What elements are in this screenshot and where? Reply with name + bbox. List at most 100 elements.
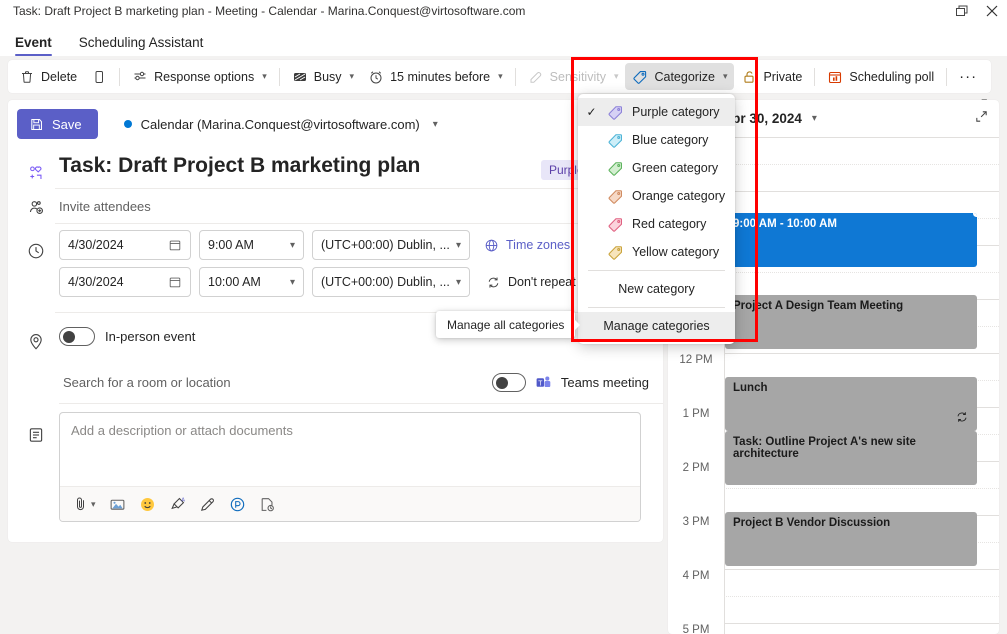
start-date-value: 4/30/2024: [68, 238, 124, 252]
repeat-button[interactable]: Don't repeat: [478, 267, 584, 297]
calendar-selector-label: Calendar (Marina.Conquest@virtosoftware.…: [140, 116, 420, 132]
menu-item-label: Blue category: [632, 133, 709, 147]
in-person-event-toggle[interactable]: [59, 326, 95, 346]
description-input[interactable]: Add a description or attach documents: [60, 413, 640, 486]
end-timezone-select[interactable]: (UTC+00:00) Dublin, ... ▾: [312, 267, 470, 297]
tag-icon: [608, 245, 622, 260]
chevron-down-icon: ▾: [722, 71, 728, 81]
slot-cell[interactable]: [724, 596, 999, 623]
location-pin-icon: [17, 325, 55, 359]
response-options-button[interactable]: Response options ▾: [125, 63, 274, 90]
time-slot-12pm[interactable]: 12 PM: [668, 353, 999, 380]
end-datetime-line: 4/30/2024 10:00 AM ▾ (UTC+00:00) Dublin,…: [59, 267, 645, 297]
chevron-down-icon: ▾: [613, 71, 619, 81]
time-zones-button[interactable]: Time zones: [478, 238, 570, 253]
close-icon[interactable]: [977, 0, 1007, 22]
overflow-menu-button[interactable]: ···: [952, 63, 984, 90]
menu-item-label: Red category: [632, 217, 707, 231]
calendar-event[interactable]: Lunch: [725, 377, 977, 431]
start-date-input[interactable]: 4/30/2024: [59, 230, 191, 260]
chevron-down-icon: ▾: [289, 239, 295, 251]
dictate-icon[interactable]: [259, 496, 276, 513]
tag-icon: [608, 105, 622, 120]
insert-picture-icon[interactable]: [109, 496, 126, 513]
end-time-input[interactable]: 10:00 AM ▾: [199, 267, 304, 297]
slot-cell[interactable]: [724, 353, 999, 380]
menu-item-yellow-category[interactable]: Yellow category: [578, 238, 735, 266]
start-timezone-select[interactable]: (UTC+00:00) Dublin, ... ▾: [312, 230, 470, 260]
time-label: 12 PM: [679, 354, 713, 366]
loop-component-icon[interactable]: [229, 496, 246, 513]
teams-meeting-toggle[interactable]: [491, 373, 526, 392]
time-slot[interactable]: [668, 488, 999, 515]
tag-icon: [608, 189, 622, 204]
time-slot-4pm[interactable]: 4 PM: [668, 569, 999, 596]
sensitivity-icon: [530, 71, 541, 83]
reminder-button[interactable]: 15 minutes before ▾: [361, 63, 510, 90]
calendar-event[interactable]: Project B Vendor Discussion: [725, 512, 977, 566]
toolbar-separator: [946, 67, 948, 86]
tab-scheduling-assistant[interactable]: Scheduling Assistant: [76, 35, 214, 56]
tabstrip: Event Scheduling Assistant: [0, 22, 1007, 56]
calendar-icon: [169, 240, 181, 251]
menu-item-label: Purple category: [632, 105, 720, 119]
menu-item-orange-category[interactable]: Orange category: [578, 182, 735, 210]
save-button[interactable]: Save: [17, 109, 98, 139]
slot-cell[interactable]: [724, 488, 999, 515]
time-slot-5pm[interactable]: 5 PM: [668, 623, 999, 634]
calendar-event[interactable]: Task: Outline Project A's new site archi…: [725, 431, 977, 485]
slot-cell[interactable]: [724, 137, 999, 164]
open-in-new-window-icon[interactable]: [974, 109, 989, 129]
slot-cell[interactable]: [724, 623, 999, 634]
location-input[interactable]: Search for a room or location: [63, 375, 231, 390]
delete-button[interactable]: Delete: [12, 63, 84, 90]
manage-all-categories-tooltip: Manage all categories: [436, 311, 581, 338]
menu-item-new-category[interactable]: New category: [578, 275, 735, 303]
calendar-event[interactable]: Project A Design Team Meeting: [725, 295, 977, 349]
chevron-down-icon[interactable]: ▾: [812, 113, 817, 124]
scheduling-poll-label: Scheduling poll: [849, 69, 935, 84]
save-row: Save Calendar (Marina.Conquest@virtosoft…: [8, 100, 663, 148]
calendar-event-current[interactable]: 9:00 AM - 10:00 AM: [725, 213, 977, 267]
private-button[interactable]: Private: [734, 63, 809, 90]
menu-item-label: Orange category: [632, 189, 726, 203]
categorize-button[interactable]: Categorize ▾: [625, 63, 735, 90]
emoji-icon[interactable]: [139, 496, 156, 513]
restore-icon[interactable]: [947, 0, 977, 22]
scheduling-poll-button[interactable]: Scheduling poll: [820, 63, 941, 90]
menu-item-manage-categories[interactable]: Manage categories: [578, 312, 735, 340]
chevron-down-icon: ▾: [349, 71, 355, 81]
calendar-event-title: Task: Outline Project A's new site archi…: [733, 436, 916, 460]
menu-item-purple-category[interactable]: ✓ Purple category: [578, 98, 735, 126]
chevron-down-icon: ▾: [262, 71, 267, 81]
menu-item-blue-category[interactable]: Blue category: [578, 126, 735, 154]
tab-event[interactable]: Event: [12, 35, 62, 56]
slot-cell[interactable]: [724, 164, 999, 191]
tag-icon: [608, 217, 622, 232]
time-zones-label: Time zones: [506, 238, 571, 252]
repeat-icon: [955, 410, 969, 427]
event-title-input[interactable]: Task: Draft Project B marketing plan: [55, 148, 420, 188]
time-slot[interactable]: [668, 596, 999, 623]
end-timezone-value: (UTC+00:00) Dublin, ...: [321, 275, 450, 289]
copy-to-my-calendar-button[interactable]: [84, 63, 114, 90]
attendees-row: Invite attendees: [8, 190, 663, 224]
start-timezone-value: (UTC+00:00) Dublin, ...: [321, 238, 450, 252]
chevron-down-icon: ▾: [455, 239, 461, 251]
end-date-input[interactable]: 4/30/2024: [59, 267, 191, 297]
menu-item-green-category[interactable]: Green category: [578, 154, 735, 182]
checkmark-icon: ✓: [586, 105, 597, 119]
event-resize-handle-top[interactable]: [971, 213, 977, 219]
start-time-input[interactable]: 9:00 AM ▾: [199, 230, 304, 260]
highlight-icon[interactable]: A: [169, 496, 186, 513]
slot-cell[interactable]: [724, 569, 999, 596]
ink-icon[interactable]: [199, 496, 216, 513]
attendees-input[interactable]: Invite attendees: [55, 190, 663, 224]
people-icon: [17, 190, 55, 224]
calendar-event-title: 9:00 AM - 10:00 AM: [733, 218, 837, 230]
calendar-selector[interactable]: Calendar (Marina.Conquest@virtosoftware.…: [123, 116, 438, 132]
menu-item-red-category[interactable]: Red category: [578, 210, 735, 238]
busy-button[interactable]: Busy ▾: [285, 63, 361, 90]
svg-text:A: A: [181, 497, 185, 503]
attach-icon[interactable]: ▾: [73, 496, 96, 512]
